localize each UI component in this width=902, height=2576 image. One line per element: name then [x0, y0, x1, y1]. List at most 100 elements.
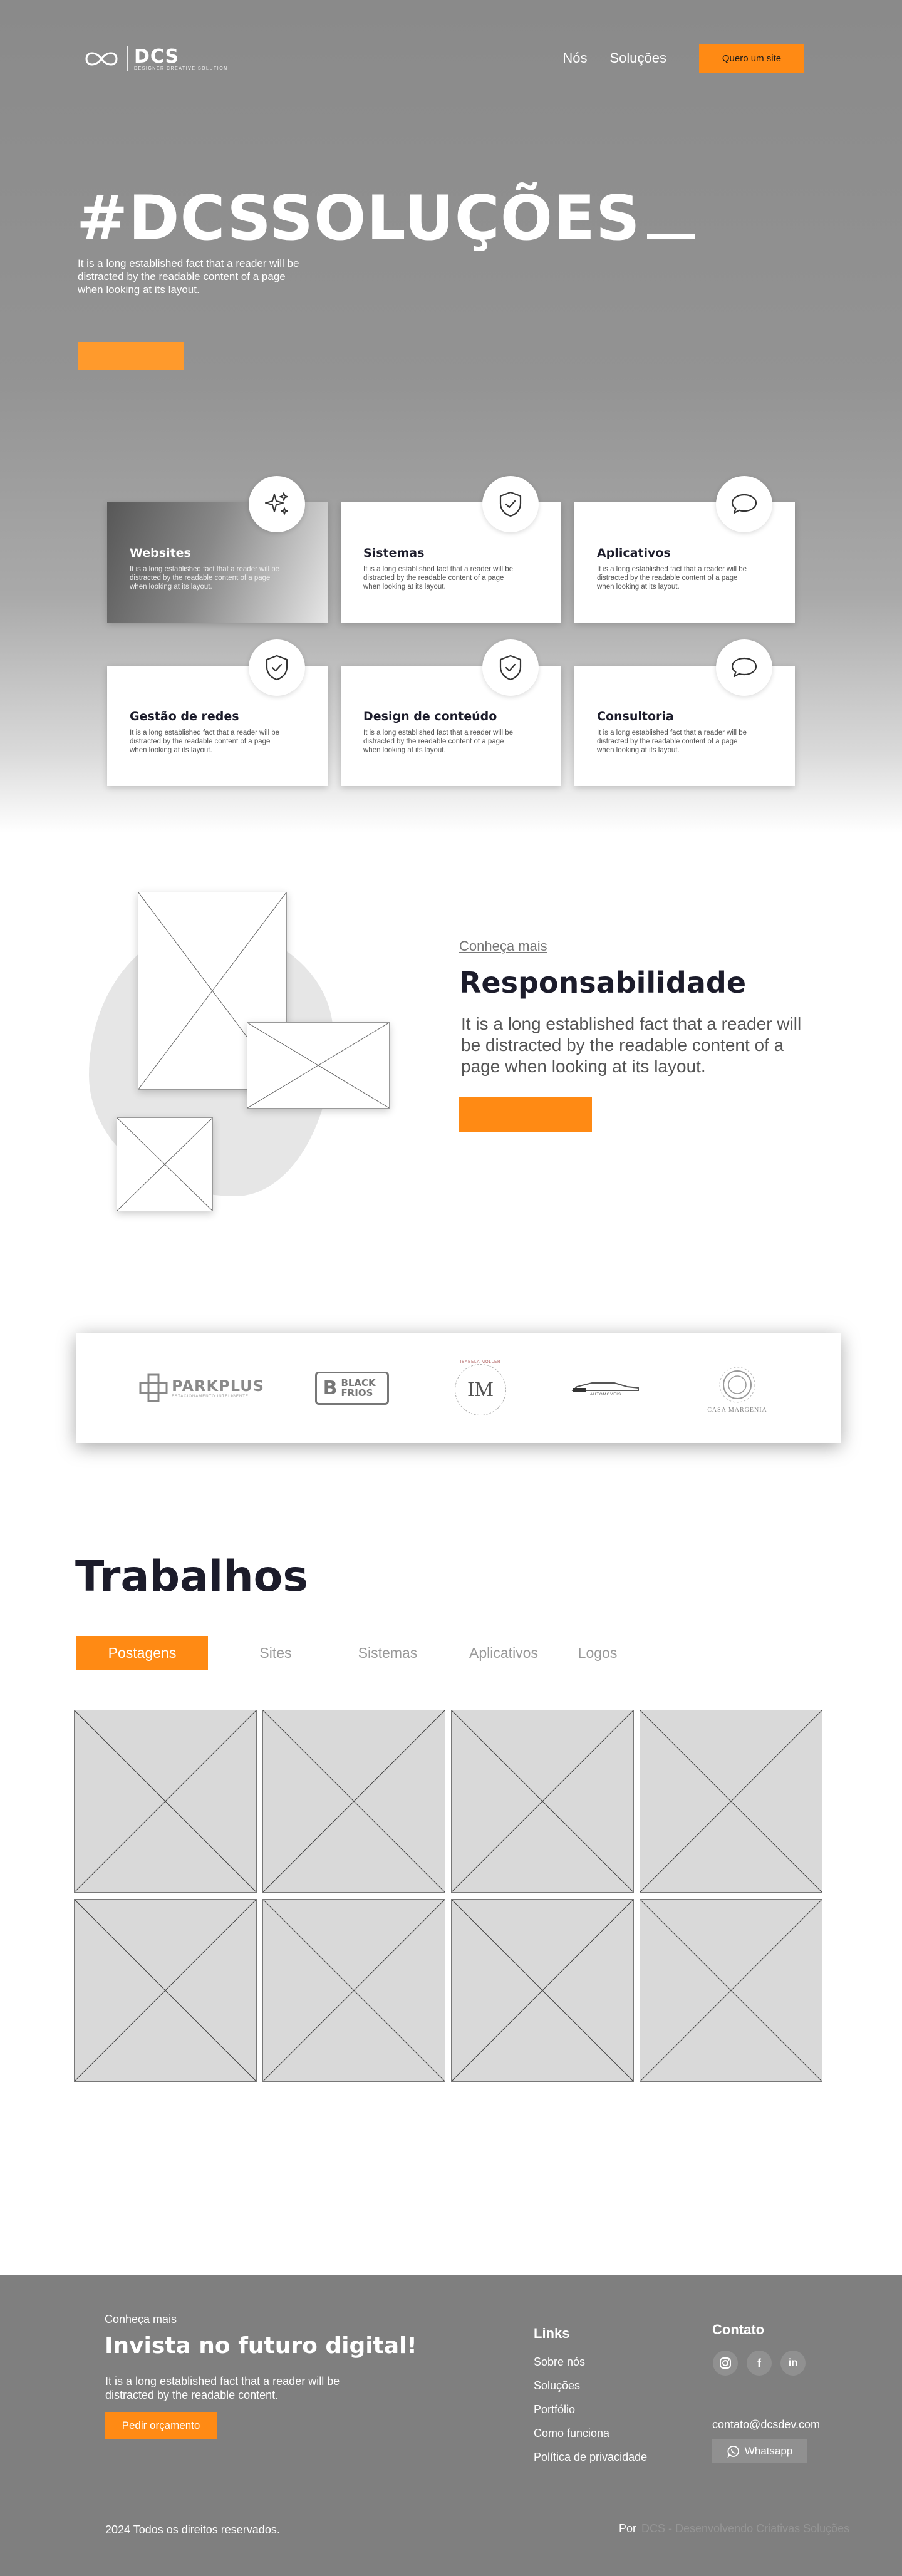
client-name: AUTOMÓVEIS: [590, 1393, 621, 1397]
responsibility-title: Responsabilidade: [459, 966, 747, 1000]
service-title: Websites: [130, 546, 191, 560]
conheca-mais-link[interactable]: Conheça mais: [459, 938, 547, 954]
work-thumbnail[interactable]: [640, 1710, 822, 1893]
nav-link-solucoes[interactable]: Soluções: [609, 50, 666, 66]
footer-link-politica-de-privacidade[interactable]: Política de privacidade: [534, 2451, 647, 2475]
chat-bubble-icon: [716, 476, 772, 532]
work-thumbnail[interactable]: [640, 1899, 822, 2082]
infinity-logo-icon: [85, 52, 118, 66]
service-card-aplicativos[interactable]: Aplicativos It is a long established fac…: [574, 476, 795, 623]
service-text: It is a long established fact that a rea…: [363, 729, 514, 754]
nav-link-nos[interactable]: Nós: [562, 50, 587, 66]
instagram-icon[interactable]: [713, 2351, 738, 2376]
client-name: BLACK FRIOS: [341, 1377, 376, 1399]
credit-name[interactable]: DCS - Desenvolvendo Criativas Soluções: [641, 2522, 849, 2535]
logo-divider: [127, 46, 128, 71]
works-title: Trabalhos: [75, 1552, 308, 1601]
copyright-text: 2024 Todos os direitos reservados.: [105, 2523, 280, 2536]
facebook-icon[interactable]: f: [747, 2351, 772, 2376]
client-name: PARKPLUS: [172, 1377, 264, 1395]
service-text: It is a long established fact that a rea…: [130, 566, 280, 591]
logo-name: DCS: [134, 45, 180, 68]
service-card-gestao-de-redes[interactable]: Gestão de redes It is a long established…: [107, 639, 328, 786]
client-logo-automoveis: AUTOMÓVEIS: [559, 1333, 653, 1443]
service-card-sistemas[interactable]: Sistemas It is a long established fact t…: [341, 476, 561, 623]
tab-aplicativos[interactable]: Aplicativos: [457, 1636, 550, 1670]
tab-logos[interactable]: Logos: [568, 1636, 628, 1670]
footer-title: Invista no futuro digital!: [105, 2333, 417, 2359]
footer-credit: Por DCS - Desenvolvendo Criativas Soluçõe…: [619, 2522, 849, 2535]
shield-check-icon: [249, 639, 305, 696]
client-name: CASA MARGENIA: [707, 1406, 767, 1414]
footer-links-title: Links: [534, 2325, 570, 2341]
client-logo-casa-margenia: CASA MARGENIA: [690, 1333, 784, 1443]
client-sub: ESTACIONAMENTO INTELIGENTE: [172, 1395, 249, 1399]
service-text: It is a long established fact that a rea…: [363, 566, 514, 591]
tab-sites[interactable]: Sites: [238, 1636, 313, 1670]
client-name: IM: [467, 1378, 494, 1401]
service-text: It is a long established fact that a rea…: [597, 566, 747, 591]
footer-contact-title: Contato: [712, 2322, 765, 2337]
hero-cursor: [646, 234, 695, 239]
work-thumbnail[interactable]: [451, 1899, 634, 2082]
parkplus-mark-icon: [139, 1373, 168, 1402]
hero-title: #DCSSOLUÇÕES: [76, 183, 695, 254]
service-text: It is a long established fact that a rea…: [597, 729, 747, 754]
client-logo-black-frios: B BLACK FRIOS: [308, 1333, 396, 1443]
sparkles-icon: [249, 476, 305, 532]
pedir-orcamento-button[interactable]: Pedir orçamento: [105, 2412, 217, 2439]
responsibility-button[interactable]: [459, 1097, 592, 1132]
chat-bubble-icon: [716, 639, 772, 696]
car-silhouette-icon: [571, 1382, 639, 1392]
laurel-circle-icon: IM: [455, 1364, 506, 1415]
logo[interactable]: DCS DESIGNER CREATIVE SOLUTION: [83, 46, 228, 71]
work-thumbnail[interactable]: [262, 1899, 445, 2082]
service-title: Design de conteúdo: [363, 710, 497, 723]
work-thumbnail[interactable]: [74, 1899, 257, 2082]
footer-text: It is a long established fact that a rea…: [105, 2375, 340, 2401]
contact-email[interactable]: contato@dcsdev.com: [712, 2418, 820, 2431]
footer-conheca-mais-link[interactable]: Conheça mais: [105, 2313, 177, 2326]
hero-action-button[interactable]: [78, 342, 184, 370]
hero-section: DCS DESIGNER CREATIVE SOLUTION Nós Soluç…: [0, 0, 902, 833]
tab-sistemas[interactable]: Sistemas: [346, 1636, 430, 1670]
service-card-design-de-conteudo[interactable]: Design de conteúdo It is a long establis…: [341, 639, 561, 786]
service-title: Aplicativos: [597, 546, 671, 560]
work-thumbnail[interactable]: [74, 1710, 257, 1893]
whatsapp-button[interactable]: Whatsapp: [712, 2439, 807, 2463]
service-title: Consultoria: [597, 710, 674, 723]
responsibility-text: It is a long established fact that a rea…: [461, 1014, 802, 1076]
footer: Conheça mais Invista no futuro digital! …: [0, 2275, 902, 2576]
footer-link-solucoes[interactable]: Soluções: [534, 2379, 647, 2403]
service-text: It is a long established fact that a rea…: [130, 729, 280, 754]
client-logo-im: ISABELA MOLLER IM: [433, 1333, 527, 1443]
whatsapp-icon: [727, 2446, 739, 2458]
image-placeholder: [117, 1117, 213, 1211]
footer-link-sobre-nos[interactable]: Sobre nós: [534, 2356, 647, 2379]
work-thumbnail[interactable]: [262, 1710, 445, 1893]
shield-check-icon: [482, 639, 539, 696]
black-frios-mark-icon: B: [323, 1377, 338, 1399]
image-placeholder: [247, 1022, 390, 1109]
crest-icon: [719, 1367, 755, 1402]
whatsapp-label: Whatsapp: [744, 2445, 793, 2457]
tab-postagens[interactable]: Postagens: [76, 1636, 208, 1670]
service-title: Gestão de redes: [130, 710, 239, 723]
credit-label: Por: [619, 2522, 637, 2535]
footer-link-portfolio[interactable]: Portfólio: [534, 2403, 647, 2427]
hero-title-text: #DCSSOLUÇÕES: [76, 183, 641, 254]
work-thumbnail[interactable]: [451, 1710, 634, 1893]
footer-links-list: Sobre nós Soluções Portfólio Como funcio…: [534, 2356, 647, 2475]
footer-link-como-funciona[interactable]: Como funciona: [534, 2427, 647, 2451]
quero-um-site-button[interactable]: Quero um site: [699, 44, 804, 73]
shield-check-icon: [482, 476, 539, 532]
clients-strip: PARKPLUS ESTACIONAMENTO INTELIGENTE B BL…: [76, 1333, 841, 1443]
service-card-websites[interactable]: Websites It is a long established fact t…: [107, 476, 328, 623]
main-nav: Nós Soluções Quero um site: [562, 44, 804, 73]
logo-tagline: DESIGNER CREATIVE SOLUTION: [134, 66, 228, 71]
linkedin-icon[interactable]: in: [780, 2351, 806, 2376]
service-title: Sistemas: [363, 546, 425, 560]
service-card-consultoria[interactable]: Consultoria It is a long established fac…: [574, 639, 795, 786]
client-logo-parkplus: PARKPLUS ESTACIONAMENTO INTELIGENTE: [139, 1333, 264, 1443]
hero-subtitle: It is a long established fact that a rea…: [78, 257, 299, 296]
